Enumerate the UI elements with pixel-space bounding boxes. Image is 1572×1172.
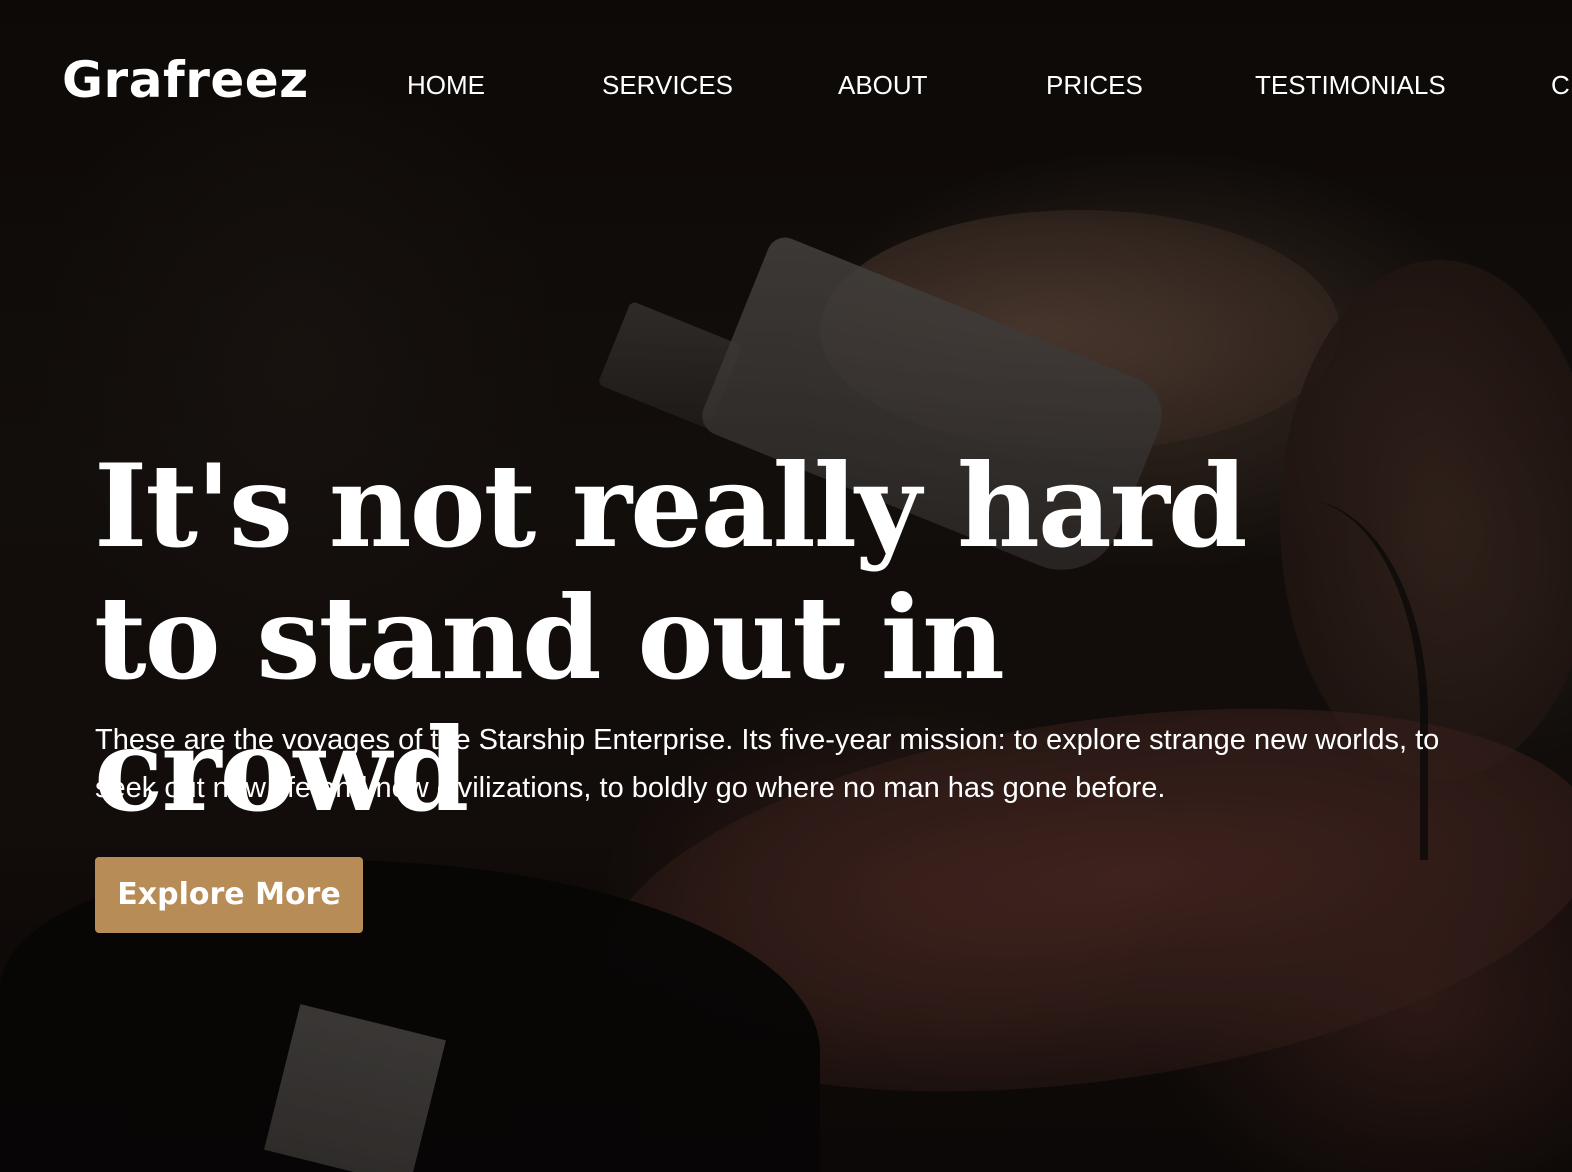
nav-item-about[interactable]: ABOUT bbox=[838, 66, 928, 104]
explore-more-button[interactable]: Explore More bbox=[95, 857, 363, 933]
nav-item-prices[interactable]: PRICES bbox=[1046, 66, 1143, 104]
logo[interactable]: Grafreez bbox=[62, 48, 309, 112]
nav-item-home[interactable]: HOME bbox=[407, 66, 485, 104]
site-header: Grafreez HOME SERVICES ABOUT PRICES TEST… bbox=[0, 0, 1572, 170]
page: Grafreez HOME SERVICES ABOUT PRICES TEST… bbox=[0, 0, 1572, 1172]
nav-item-testimonials[interactable]: TESTIMONIALS bbox=[1255, 66, 1446, 104]
hero-description: These are the voyages of the Starship En… bbox=[95, 724, 1440, 804]
nav-item-contact[interactable]: C bbox=[1551, 66, 1570, 104]
nav-item-services[interactable]: SERVICES bbox=[602, 66, 733, 104]
